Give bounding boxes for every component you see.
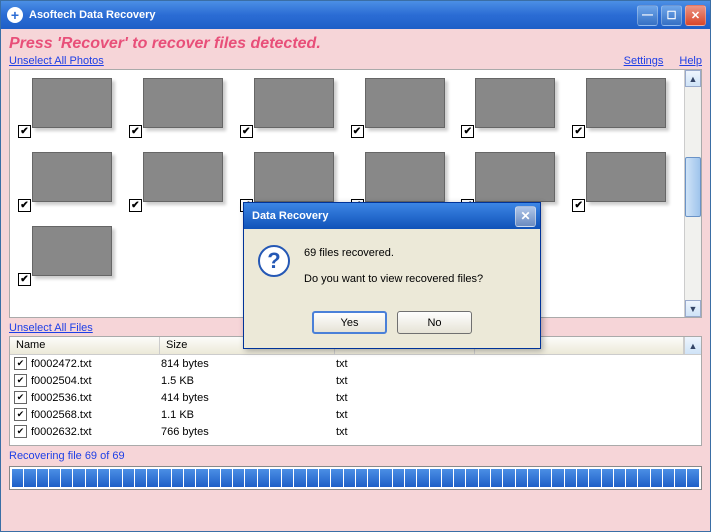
file-checkbox[interactable] bbox=[14, 374, 27, 387]
file-name: f0002568.txt bbox=[31, 409, 161, 421]
file-row[interactable]: f0002504.txt1.5 KBtxt bbox=[10, 372, 701, 389]
photo-checkbox[interactable] bbox=[129, 125, 142, 138]
file-ext: txt bbox=[336, 409, 476, 421]
photo-checkbox[interactable] bbox=[129, 199, 142, 212]
photo-item[interactable] bbox=[351, 78, 451, 138]
dialog-message-2: Do you want to view recovered files? bbox=[304, 271, 483, 287]
file-checkbox[interactable] bbox=[14, 425, 27, 438]
file-size: 766 bytes bbox=[161, 426, 336, 438]
dialog-titlebar: Data Recovery ✕ bbox=[244, 203, 540, 229]
photo-thumbnail bbox=[32, 78, 112, 128]
file-checkbox[interactable] bbox=[14, 391, 27, 404]
photo-item[interactable] bbox=[18, 226, 118, 286]
scroll-up-icon[interactable]: ▲ bbox=[684, 337, 701, 354]
photo-thumbnail bbox=[365, 152, 445, 202]
photo-checkbox[interactable] bbox=[572, 125, 585, 138]
file-panel: Name Size Extension ▲ f0002472.txt814 by… bbox=[9, 336, 702, 446]
yes-button[interactable]: Yes bbox=[312, 311, 387, 334]
question-icon: ? bbox=[258, 245, 290, 277]
photo-checkbox[interactable] bbox=[351, 125, 364, 138]
photo-thumbnail bbox=[254, 152, 334, 202]
file-row[interactable]: f0002472.txt814 bytestxt bbox=[10, 355, 701, 372]
recovery-dialog: Data Recovery ✕ ? 69 files recovered. Do… bbox=[243, 202, 541, 349]
photo-thumbnail bbox=[32, 152, 112, 202]
help-link[interactable]: Help bbox=[679, 55, 702, 67]
photo-thumbnail bbox=[32, 226, 112, 276]
photo-checkbox[interactable] bbox=[572, 199, 585, 212]
photo-item[interactable] bbox=[572, 152, 672, 212]
unselect-all-files-link[interactable]: Unselect All Files bbox=[9, 322, 93, 334]
status-text: Recovering file 69 of 69 bbox=[9, 450, 702, 462]
file-ext: txt bbox=[336, 358, 476, 370]
file-checkbox[interactable] bbox=[14, 408, 27, 421]
file-size: 1.5 KB bbox=[161, 375, 336, 387]
photo-item[interactable] bbox=[129, 78, 229, 138]
no-button[interactable]: No bbox=[397, 311, 472, 334]
file-name: f0002504.txt bbox=[31, 375, 161, 387]
scroll-down-icon[interactable]: ▼ bbox=[685, 300, 701, 317]
photo-thumbnail bbox=[475, 152, 555, 202]
photo-thumbnail bbox=[586, 152, 666, 202]
photo-checkbox[interactable] bbox=[18, 273, 31, 286]
dialog-message-1: 69 files recovered. bbox=[304, 245, 483, 261]
photo-checkbox[interactable] bbox=[18, 199, 31, 212]
file-row[interactable]: f0002632.txt766 bytestxt bbox=[10, 423, 701, 440]
close-button[interactable]: ✕ bbox=[685, 5, 706, 26]
photo-thumbnail bbox=[475, 78, 555, 128]
photo-thumbnail bbox=[586, 78, 666, 128]
file-name: f0002536.txt bbox=[31, 392, 161, 404]
progress-bar bbox=[9, 466, 702, 490]
file-name: f0002472.txt bbox=[31, 358, 161, 370]
scroll-track[interactable] bbox=[685, 87, 701, 300]
photo-scrollbar[interactable]: ▲ ▼ bbox=[684, 70, 701, 317]
dialog-close-button[interactable]: ✕ bbox=[515, 206, 536, 227]
instruction-text: Press 'Recover' to recover files detecte… bbox=[9, 35, 702, 53]
window-title: Asoftech Data Recovery bbox=[29, 9, 637, 21]
app-window: + Asoftech Data Recovery — ☐ ✕ Press 'Re… bbox=[0, 0, 711, 532]
photo-item[interactable] bbox=[18, 78, 118, 138]
app-icon: + bbox=[7, 7, 23, 23]
file-checkbox[interactable] bbox=[14, 357, 27, 370]
scroll-thumb[interactable] bbox=[685, 157, 701, 217]
scroll-up-icon[interactable]: ▲ bbox=[685, 70, 701, 87]
column-name[interactable]: Name bbox=[10, 337, 160, 354]
file-ext: txt bbox=[336, 392, 476, 404]
file-size: 814 bytes bbox=[161, 358, 336, 370]
minimize-button[interactable]: — bbox=[637, 5, 658, 26]
photo-item[interactable] bbox=[18, 152, 118, 212]
dialog-title: Data Recovery bbox=[252, 210, 515, 222]
file-ext: txt bbox=[336, 426, 476, 438]
settings-link[interactable]: Settings bbox=[624, 55, 664, 67]
photo-thumbnail bbox=[365, 78, 445, 128]
photo-checkbox[interactable] bbox=[240, 125, 253, 138]
file-ext: txt bbox=[336, 375, 476, 387]
photo-item[interactable] bbox=[240, 78, 340, 138]
photo-checkbox[interactable] bbox=[18, 125, 31, 138]
file-row[interactable]: f0002568.txt1.1 KBtxt bbox=[10, 406, 701, 423]
photo-thumbnail bbox=[143, 78, 223, 128]
file-name: f0002632.txt bbox=[31, 426, 161, 438]
unselect-all-photos-link[interactable]: Unselect All Photos bbox=[9, 55, 104, 67]
photo-checkbox[interactable] bbox=[461, 125, 474, 138]
photo-item[interactable] bbox=[461, 78, 561, 138]
photo-thumbnail bbox=[143, 152, 223, 202]
maximize-button[interactable]: ☐ bbox=[661, 5, 682, 26]
photo-item[interactable] bbox=[572, 78, 672, 138]
photo-item[interactable] bbox=[129, 152, 229, 212]
photo-thumbnail bbox=[254, 78, 334, 128]
file-size: 414 bytes bbox=[161, 392, 336, 404]
file-row[interactable]: f0002536.txt414 bytestxt bbox=[10, 389, 701, 406]
file-size: 1.1 KB bbox=[161, 409, 336, 421]
titlebar: + Asoftech Data Recovery — ☐ ✕ bbox=[1, 1, 710, 29]
